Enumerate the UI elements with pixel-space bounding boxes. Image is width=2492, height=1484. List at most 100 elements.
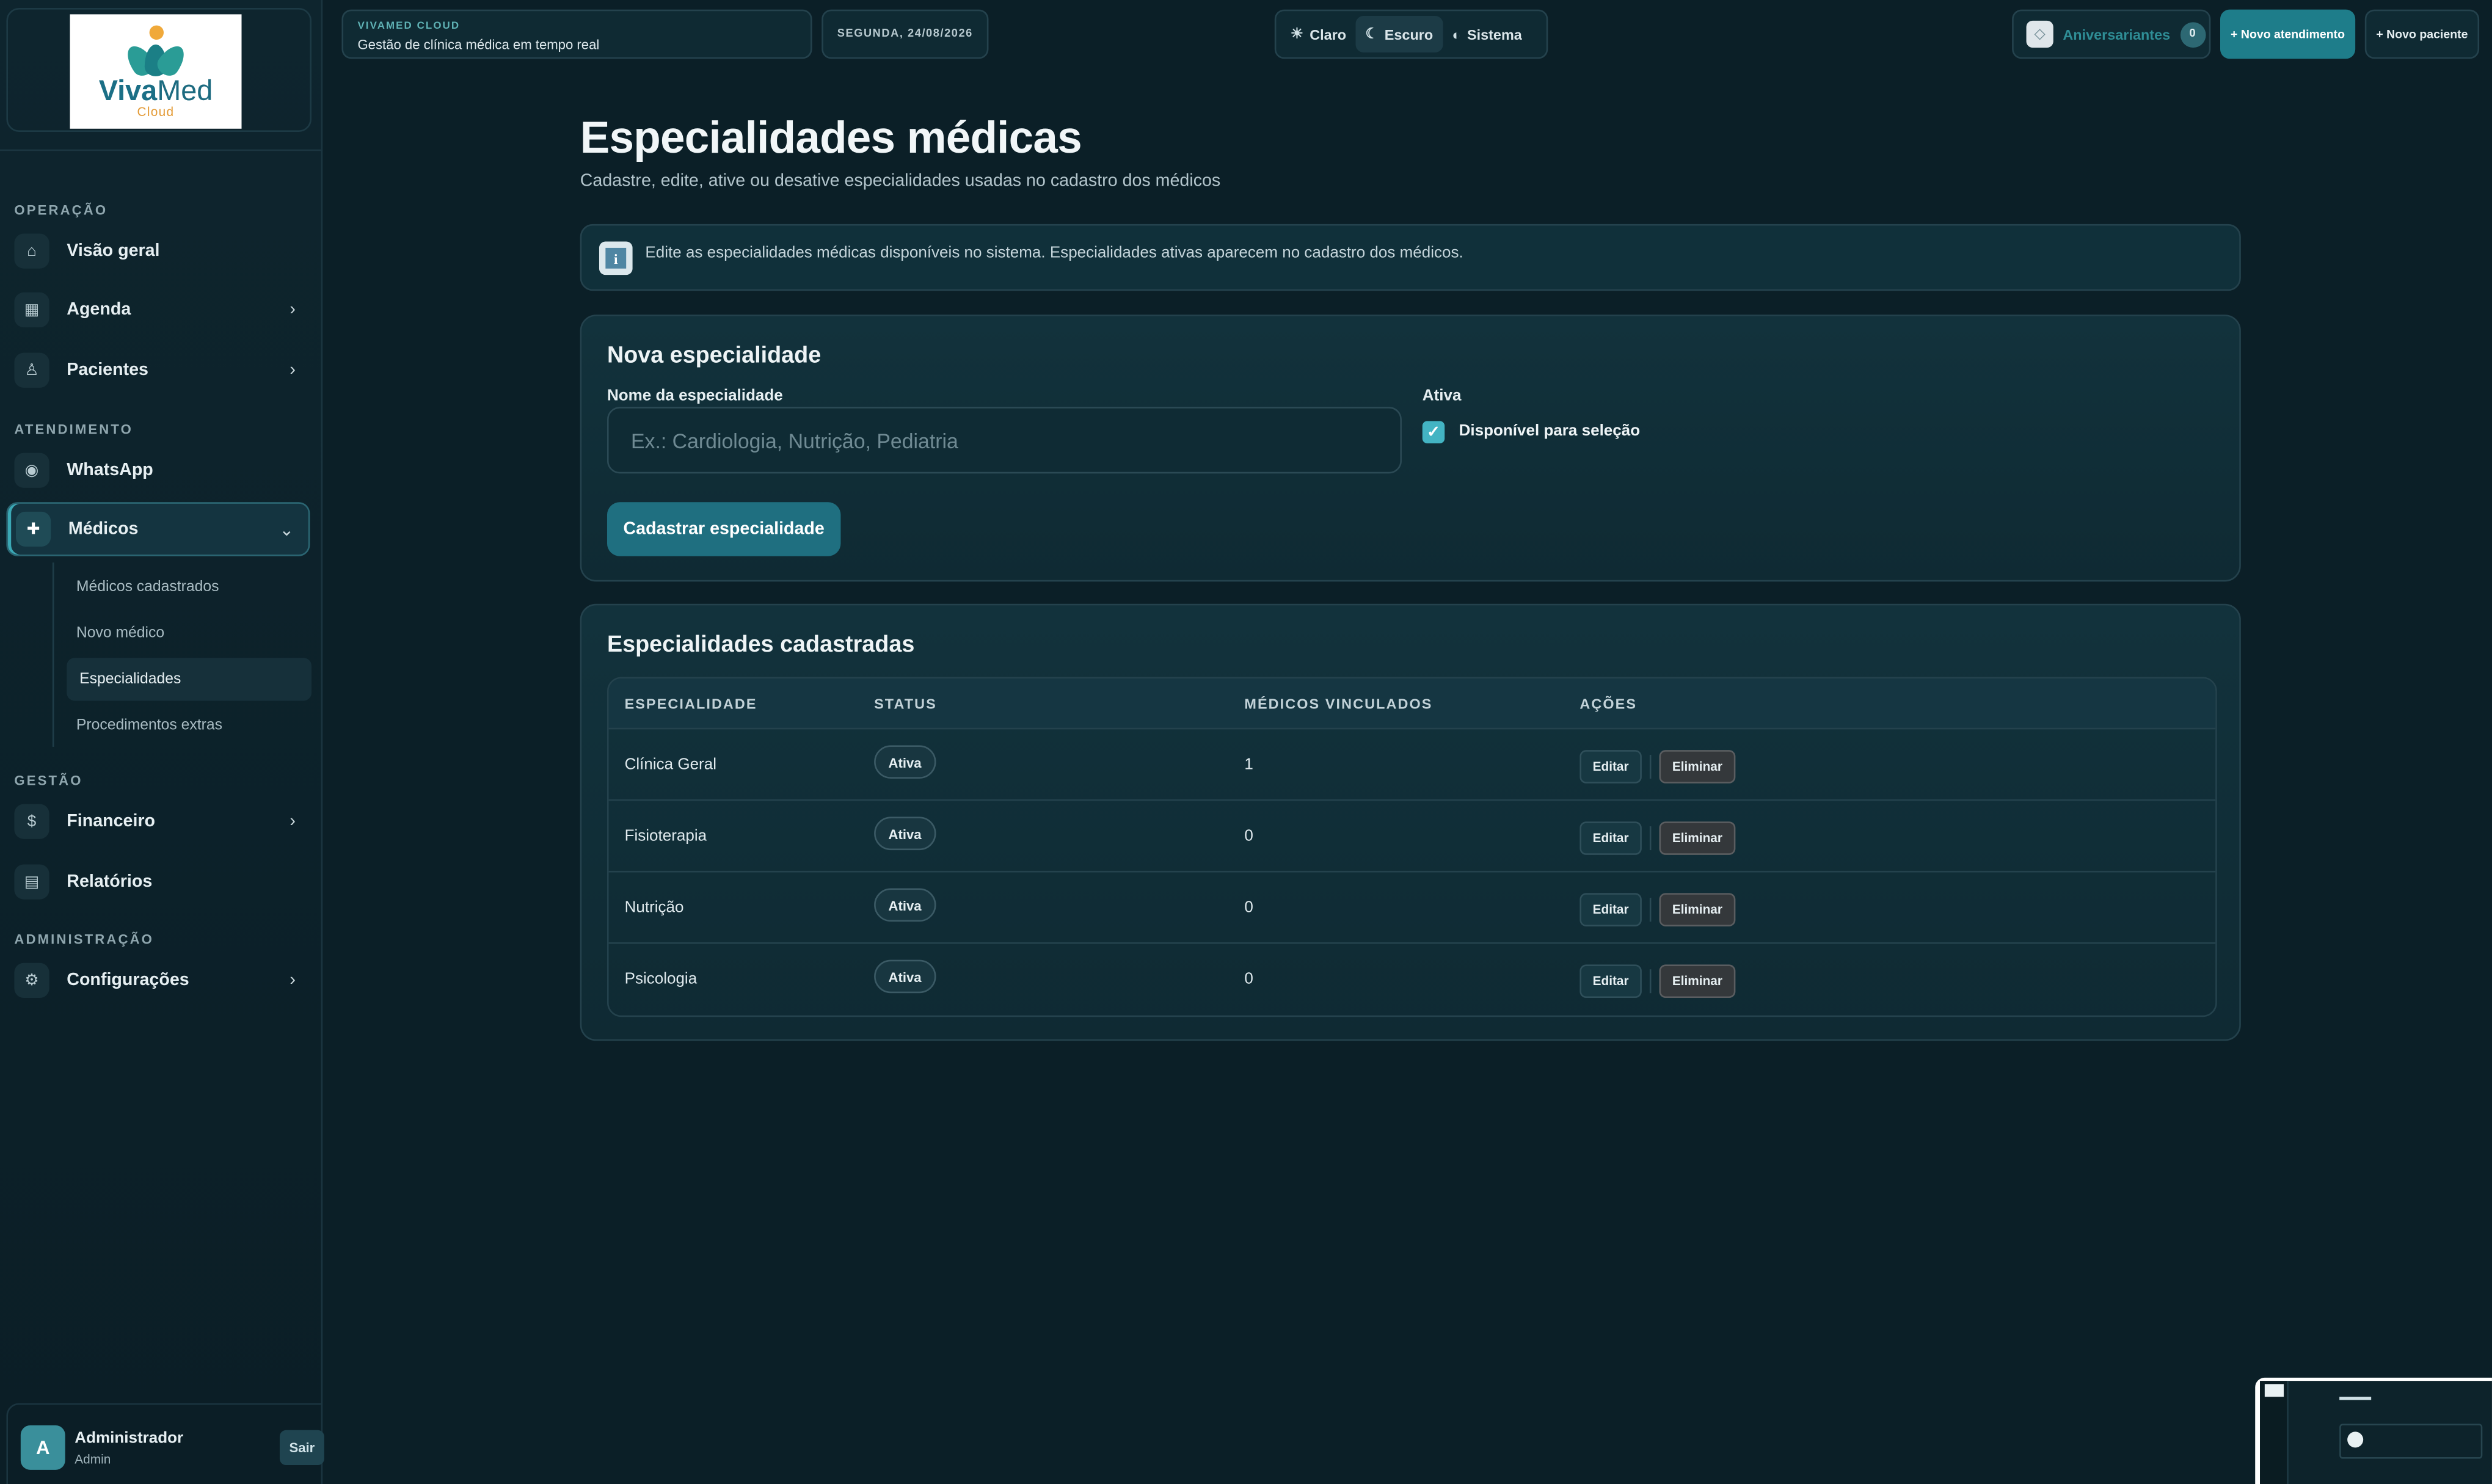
active-checkbox-label[interactable]: Disponível para seleção: [1459, 423, 1641, 440]
specialty-name-input[interactable]: Ex.: Cardiologia, Nutrição, Pediatria: [607, 407, 1402, 474]
logo-leaves-icon: [119, 40, 192, 79]
birthdays-label: Aniversariantes: [2063, 26, 2171, 42]
chevron-right-icon: ›: [290, 812, 296, 831]
sidebar: VivaMed Cloud OPERAÇÃO ⌂ Visão geral ▦ A…: [0, 0, 324, 1484]
linked-doctors-count: 0: [1244, 899, 1253, 917]
page-title: Especialidades médicas: [580, 112, 1082, 162]
action-separator: [1649, 898, 1652, 922]
section-administracao: ADMINISTRAÇÃO: [14, 931, 155, 947]
sidebar-subitem-especialidades[interactable]: Especialidades: [67, 658, 312, 701]
top-header: VIVAMED CLOUD Gestão de clínica médica e…: [322, 0, 2492, 70]
new-patient-button[interactable]: + Novo paciente: [2364, 9, 2480, 59]
whatsapp-icon: ◉: [14, 453, 49, 488]
delete-button[interactable]: Eliminar: [1659, 964, 1736, 998]
theme-escuro-button[interactable]: ☾ Escuro: [1355, 16, 1443, 53]
linked-doctors-count: 0: [1244, 970, 1253, 989]
table-row: Fisioterapia Ativa 0 Editar Eliminar: [608, 801, 2216, 873]
theme-label: Escuro: [1384, 26, 1434, 42]
edit-button[interactable]: Editar: [1579, 964, 1642, 998]
logo-sun-icon: [148, 24, 163, 39]
section-operacao: OPERAÇÃO: [14, 202, 108, 218]
registered-specialties-card: Especialidades cadastradas ESPECIALIDADE…: [580, 603, 2241, 1041]
sidebar-item-label: Agenda: [67, 300, 131, 320]
sidebar-item-label: Visão geral: [67, 241, 160, 261]
logo-container: VivaMed Cloud: [6, 8, 312, 132]
edit-button[interactable]: Editar: [1579, 750, 1642, 784]
registered-specialties-title: Especialidades cadastradas: [607, 632, 915, 658]
theme-sistema-button[interactable]: ◐ Sistema: [1443, 16, 1532, 53]
dollar-icon: $: [14, 804, 49, 839]
brand-subtitle: Gestão de clínica médica em tempo real: [357, 36, 600, 53]
sidebar-subitem-medicos-cadastrados[interactable]: Médicos cadastrados: [67, 566, 312, 608]
info-text: Edite as especialidades médicas disponív…: [645, 244, 1463, 263]
sidebar-subitem-novo-medico[interactable]: Novo médico: [67, 612, 312, 655]
active-label: Ativa: [1422, 387, 1462, 406]
user-card: A Administrador Admin Sair: [6, 1403, 324, 1484]
specialty-name: Nutrição: [624, 899, 684, 917]
delete-button[interactable]: Eliminar: [1659, 893, 1736, 926]
column-header-status: STATUS: [874, 696, 937, 712]
specialty-name: Fisioterapia: [624, 827, 707, 846]
home-icon: ⌂: [14, 233, 49, 269]
report-icon: ▤: [14, 864, 49, 900]
sidebar-item-label: Relatórios: [67, 872, 153, 892]
sidebar-item-relatorios[interactable]: ▤ Relatórios: [6, 855, 310, 909]
vivamed-logo[interactable]: VivaMed Cloud: [70, 14, 242, 129]
sun-icon: ☀: [1290, 25, 1303, 42]
logout-button[interactable]: Sair: [279, 1430, 324, 1466]
register-specialty-button[interactable]: Cadastrar especialidade: [607, 502, 841, 556]
person-icon: ♙: [14, 352, 49, 388]
theme-label: Claro: [1310, 26, 1347, 42]
current-date: SEGUNDA, 24/08/2026: [822, 9, 989, 59]
sidebar-item-label: Pacientes: [67, 360, 148, 380]
plus-medical-icon: ✚: [16, 511, 51, 547]
specialties-table: ESPECIALIDADE STATUS MÉDICOS VINCULADOS …: [607, 677, 2217, 1017]
table-row: Clínica Geral Ativa 1 Editar Eliminar: [608, 729, 2216, 801]
status-badge: Ativa: [874, 817, 936, 851]
sidebar-item-visao-geral[interactable]: ⌂ Visão geral: [6, 224, 310, 278]
sidebar-item-label: WhatsApp: [67, 460, 153, 480]
new-specialty-title: Nova especialidade: [607, 343, 822, 369]
theme-switcher: ☀ Claro ☾ Escuro ◐ Sistema: [1274, 9, 1548, 59]
action-separator: [1649, 754, 1652, 779]
theme-claro-button[interactable]: ☀ Claro: [1281, 16, 1356, 53]
screen-preview-thumbnail[interactable]: [2255, 1377, 2492, 1484]
sidebar-item-financeiro[interactable]: $ Financeiro ›: [6, 795, 310, 848]
new-appointment-button[interactable]: + Novo atendimento: [2220, 9, 2356, 59]
edit-button[interactable]: Editar: [1579, 821, 1642, 855]
table-row: Psicologia Ativa 0 Editar Eliminar: [609, 944, 2216, 1016]
column-header-acoes: AÇÕES: [1579, 696, 1638, 712]
action-separator: [1649, 826, 1652, 851]
table-header: ESPECIALIDADE STATUS MÉDICOS VINCULADOS …: [608, 678, 2216, 730]
thumbnail-content: [2260, 1381, 2492, 1484]
active-checkbox[interactable]: ✓: [1422, 421, 1445, 443]
user-name: Administrador: [75, 1430, 184, 1448]
column-header-medicos: MÉDICOS VINCULADOS: [1244, 696, 1433, 712]
table-row: Nutrição Ativa 0 Editar Eliminar: [608, 872, 2216, 944]
user-role: Admin: [75, 1452, 111, 1467]
sidebar-item-medicos[interactable]: ✚ Médicos ⌄: [6, 502, 310, 556]
sidebar-item-whatsapp[interactable]: ◉ WhatsApp: [6, 443, 310, 497]
section-atendimento: ATENDIMENTO: [14, 421, 133, 437]
new-specialty-card: Nova especialidade Nome da especialidade…: [580, 315, 2241, 582]
sidebar-item-label: Configurações: [67, 970, 189, 991]
status-badge: Ativa: [874, 745, 936, 779]
delete-button[interactable]: Eliminar: [1659, 821, 1736, 855]
delete-button[interactable]: Eliminar: [1659, 750, 1736, 784]
edit-button[interactable]: Editar: [1579, 893, 1642, 926]
specialty-name-label: Nome da especialidade: [607, 387, 783, 406]
sidebar-item-agenda[interactable]: ▦ Agenda ›: [6, 283, 310, 336]
sidebar-item-label: Médicos: [68, 519, 139, 539]
sidebar-item-configuracoes[interactable]: ⚙ Configurações ›: [6, 953, 310, 1007]
sidebar-subitem-procedimentos-extras[interactable]: Procedimentos extras: [67, 704, 312, 747]
birthdays-button[interactable]: ◇ Aniversariantes 0: [2012, 9, 2211, 59]
info-banner: i Edite as especialidades médicas dispon…: [580, 224, 2241, 291]
moon-icon: ☾: [1365, 25, 1379, 42]
gear-icon: ⚙: [14, 962, 49, 998]
avatar[interactable]: A: [20, 1425, 65, 1470]
action-separator: [1649, 969, 1652, 994]
chevron-right-icon: ›: [290, 970, 296, 991]
sidebar-item-pacientes[interactable]: ♙ Pacientes ›: [6, 343, 310, 397]
status-badge: Ativa: [874, 959, 936, 994]
specialty-name: Psicologia: [624, 970, 698, 989]
